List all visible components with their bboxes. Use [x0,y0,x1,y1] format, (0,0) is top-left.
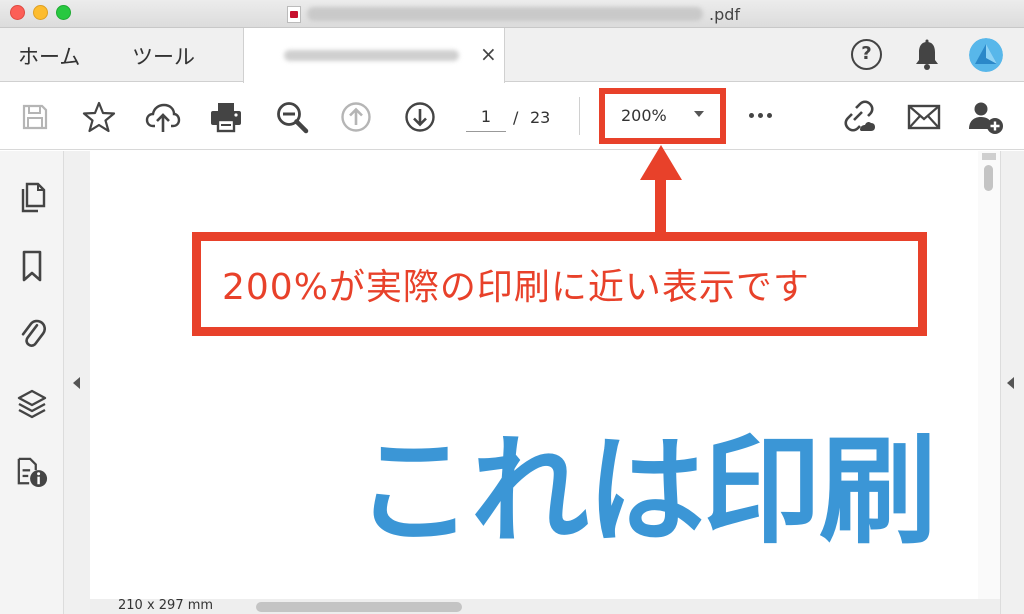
expand-right-panel-icon[interactable] [1007,377,1014,389]
toolbar: 1 / 23 200% [0,83,1024,150]
window-title-bar: .pdf [0,0,1024,28]
toolbar-divider [579,97,580,135]
pdf-file-icon [287,5,301,23]
avatar[interactable] [969,38,1003,72]
collapse-left-panel-icon[interactable] [73,377,80,389]
page-down-icon[interactable] [402,99,438,135]
close-tab-icon[interactable]: × [480,42,497,66]
vertical-scroll-thumb[interactable] [984,165,993,191]
tab-bar: ホーム ツール × ? [0,28,1024,83]
left-rail [0,151,64,614]
page-size-label: 210 x 297 mm [118,598,214,613]
window-title: .pdf [287,4,740,24]
page-number-input[interactable]: 1 [466,102,506,132]
vertical-scrollbar[interactable] [978,151,1000,599]
mail-icon[interactable] [906,99,942,135]
minimize-window-button[interactable] [33,5,48,20]
zoom-highlight-frame [599,88,726,144]
bookmark-icon[interactable] [16,249,48,283]
help-icon[interactable]: ? [851,39,882,70]
save-icon[interactable] [17,99,53,135]
tab-document[interactable]: × [243,28,505,83]
callout-arrow-shaft [655,175,666,235]
close-window-button[interactable] [10,5,25,20]
cloud-upload-icon[interactable] [145,99,181,135]
print-icon[interactable] [208,99,244,135]
file-extension: .pdf [709,4,741,24]
scroll-up-icon[interactable] [982,153,996,160]
document-info-icon[interactable] [16,455,48,489]
document-body-text: これは印刷 [355,422,937,560]
bottom-bar: 210 x 297 mm [90,598,1000,614]
blurred-file-name [307,7,703,21]
attachment-icon[interactable] [16,316,48,350]
page-separator: / [513,108,519,127]
share-link-icon[interactable] [840,99,876,135]
tab-home[interactable]: ホーム [18,41,80,71]
page-up-icon[interactable] [338,99,374,135]
horizontal-scroll-thumb[interactable] [256,602,462,612]
blurred-tab-name [284,50,459,61]
tab-tools[interactable]: ツール [132,41,195,71]
bell-icon[interactable] [913,39,941,75]
layers-icon[interactable] [16,387,48,421]
zoom-window-button[interactable] [56,5,71,20]
more-icon[interactable] [749,113,772,118]
add-user-icon[interactable] [968,99,1004,135]
star-icon[interactable] [81,99,117,135]
callout-text: 200%が実際の印刷に近い表示です [222,267,810,308]
zoom-out-icon[interactable] [274,99,310,135]
total-pages: 23 [530,108,551,127]
pages-icon[interactable] [16,181,48,215]
